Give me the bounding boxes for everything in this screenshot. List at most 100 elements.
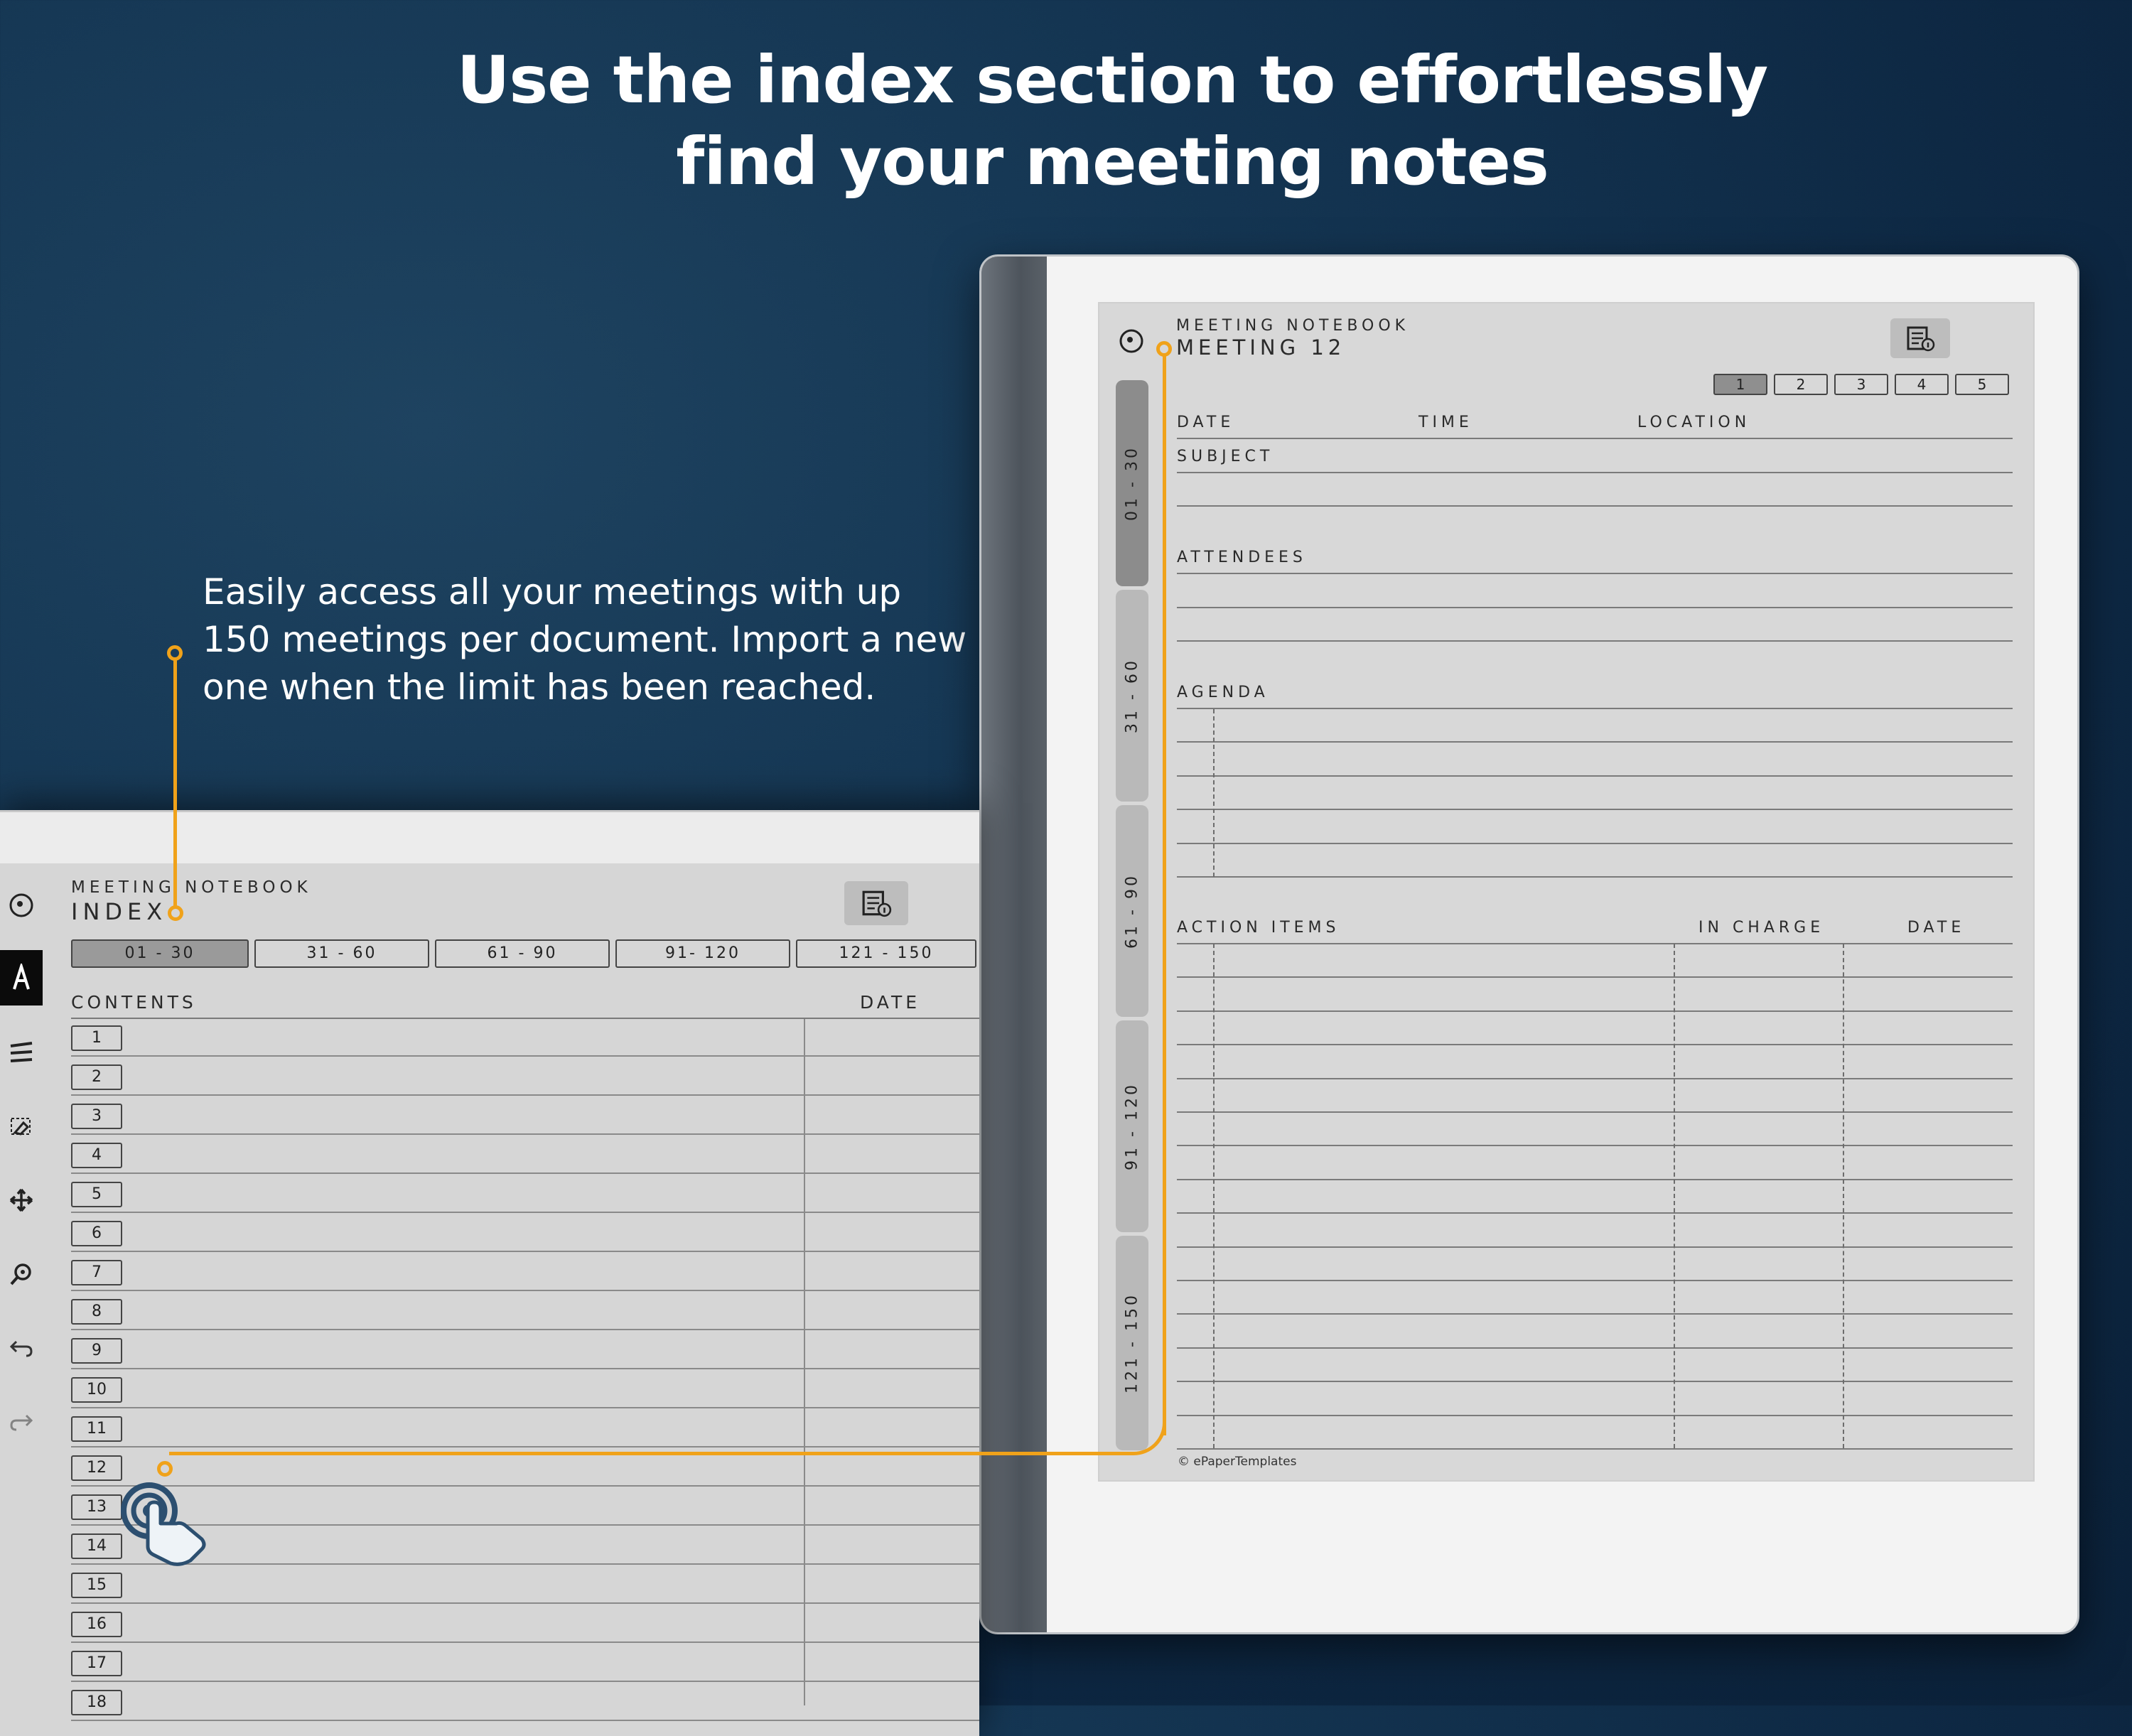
index-row-line [71,1681,979,1682]
callout-line-3: one when the limit has been reached. [203,667,876,708]
in-charge-column-line [1674,944,1675,1448]
index-row-number[interactable]: 3 [71,1104,122,1129]
index-row-number[interactable]: 6 [71,1221,122,1246]
headline-line-2: find your meeting notes [676,124,1549,200]
action-margin-line [1213,944,1215,1448]
action-item-row-line [1177,1414,2013,1416]
range-tab-121-150[interactable]: 121 - 150 [796,939,976,968]
side-tab-31-60[interactable]: 31 - 60 [1116,590,1148,802]
index-row-number[interactable]: 12 [71,1455,122,1481]
document-info-icon [1907,326,1935,352]
headline: Use the index section to effortlessly fi… [0,39,2132,203]
date-label: DATE [1177,414,1235,431]
index-row-number[interactable]: 14 [71,1533,122,1559]
meeting-title: MEETING 12 [1176,335,1346,360]
time-label: TIME [1418,414,1473,431]
index-row-number[interactable]: 17 [71,1651,122,1676]
subject-label: SUBJECT [1177,448,1274,465]
connector-line [1163,355,1166,1435]
index-row-number[interactable]: 4 [71,1143,122,1168]
side-tab-label: 61 - 90 [1123,873,1141,949]
index-row-number[interactable]: 5 [71,1182,122,1207]
index-row-line [71,1094,979,1096]
range-tab-01-30[interactable]: 01 - 30 [71,939,249,968]
page-tab-3[interactable]: 3 [1834,374,1888,395]
action-item-row-line [1177,1145,2013,1147]
connector-dot [1156,341,1172,357]
action-item-row-line [1177,943,2013,944]
action-item-row-line [1177,976,2013,978]
range-tab-31-60[interactable]: 31 - 60 [254,939,429,968]
range-tab-91-120[interactable]: 91- 120 [615,939,790,968]
in-charge-label: IN CHARGE [1698,919,1825,937]
side-tab-91-120[interactable]: 91 - 120 [1116,1020,1148,1232]
zoom-tool[interactable] [0,1246,43,1302]
side-tab-61-90[interactable]: 61 - 90 [1116,805,1148,1017]
index-row-number[interactable]: 9 [71,1338,122,1364]
index-row-number[interactable]: 7 [71,1260,122,1285]
side-tab-label: 31 - 60 [1123,658,1141,733]
nav-circle-icon[interactable] [7,891,36,920]
action-item-row-line [1177,1212,2013,1214]
agenda-margin-line [1213,709,1215,877]
meeting-info-button[interactable] [1890,318,1950,358]
action-item-row-line [1177,1010,2013,1012]
date-column-line [1843,944,1844,1448]
meeting-notebook-label: MEETING NOTEBOOK [1176,317,1410,335]
action-item-row-line [1177,1280,2013,1281]
index-info-button[interactable] [844,881,908,925]
index-row-number[interactable]: 18 [71,1690,122,1715]
divider [1177,809,2013,810]
index-row-line [71,1602,979,1604]
index-row-line [71,1329,979,1330]
eraser-tool[interactable] [0,1099,43,1154]
pen-tool[interactable] [0,950,43,1006]
index-row-line [71,1720,979,1721]
index-row-number[interactable]: 10 [71,1377,122,1403]
divider [1177,607,2013,608]
redo-button[interactable] [0,1394,43,1450]
move-tool[interactable] [0,1172,43,1228]
index-row-line [71,1055,979,1057]
index-row-number[interactable]: 15 [71,1573,122,1598]
index-row-number[interactable]: 11 [71,1416,122,1442]
location-label: LOCATION [1637,414,1751,431]
action-item-row-line [1177,1178,2013,1180]
index-row-number[interactable]: 1 [71,1025,122,1051]
callout-line-2: 150 meetings per document. Import a new [203,619,967,660]
index-row-number[interactable]: 13 [71,1494,122,1520]
divider [71,1018,979,1019]
index-row-line [71,1172,979,1174]
callout-text: Easily access all your meetings with up … [203,568,1020,711]
action-item-row-line [1177,1044,2013,1046]
page-tab-4[interactable]: 4 [1895,374,1949,395]
index-row-number[interactable]: 2 [71,1064,122,1090]
page-tab-5[interactable]: 5 [1955,374,2009,395]
index-row-number[interactable]: 8 [71,1299,122,1325]
divider [1177,505,2013,507]
divider [1177,843,2013,844]
index-row-number[interactable]: 16 [71,1612,122,1637]
action-item-row-line [1177,1347,2013,1349]
range-tab-61-90[interactable]: 61 - 90 [435,939,610,968]
action-item-row-line [1177,1381,2013,1383]
action-items-label: ACTION ITEMS [1177,919,1340,937]
contents-label: CONTENTS [71,992,197,1013]
side-tab-01-30[interactable]: 01 - 30 [1116,380,1148,586]
undo-button[interactable] [0,1320,43,1376]
nav-circle-icon[interactable] [1117,327,1146,355]
headline-line-1: Use the index section to effortlessly [456,42,1769,118]
page-tab-2[interactable]: 2 [1774,374,1828,395]
page-tab-1[interactable]: 1 [1713,374,1767,395]
side-tab-label: 01 - 30 [1123,446,1141,521]
connector-dot [157,1461,173,1477]
index-row-line [71,1133,979,1135]
lines-tool[interactable] [0,1025,43,1080]
index-title: INDEX [71,898,168,925]
divider [1177,708,2013,709]
action-item-row-line [1177,1246,2013,1248]
divider [1177,438,2013,439]
divider [1177,876,2013,878]
divider [1177,775,2013,777]
connector-dot [168,905,183,921]
